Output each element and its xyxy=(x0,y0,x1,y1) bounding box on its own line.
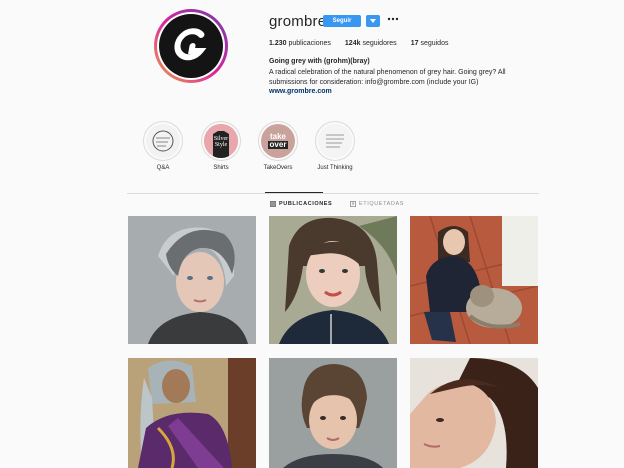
triangle-down-icon xyxy=(370,19,376,23)
highlight-label: Q&A xyxy=(156,165,170,171)
grid-icon xyxy=(270,201,276,207)
tab-posts[interactable]: PUBLICACIONES xyxy=(270,201,332,207)
takeover-text: over xyxy=(267,140,289,149)
portrait-image xyxy=(269,216,397,344)
posts-stat: 1.230 publicaciones xyxy=(269,40,331,47)
tab-tagged[interactable]: ETIQUETADAS xyxy=(350,201,404,207)
highlight-ring: Silver Style xyxy=(201,121,241,161)
profile-username: grombre xyxy=(269,13,327,30)
post-thumbnail[interactable] xyxy=(410,216,538,344)
highlight-shirts[interactable]: Silver Style Shirts xyxy=(196,121,246,171)
woman-short-hair-image xyxy=(269,358,397,468)
grombre-logo xyxy=(159,14,223,78)
suggestions-dropdown-button[interactable] xyxy=(366,15,380,27)
woman-in-sari-image xyxy=(128,358,256,468)
post-thumbnail[interactable] xyxy=(128,358,256,468)
highlight-label: Shirts xyxy=(213,165,229,171)
follow-button[interactable]: Seguir xyxy=(323,15,361,27)
tab-label: PUBLICACIONES xyxy=(279,201,333,207)
more-options-button[interactable] xyxy=(387,13,399,25)
post-thumbnail[interactable] xyxy=(269,358,397,468)
highlight-cover xyxy=(318,124,352,158)
shirt-text: Style xyxy=(214,142,228,148)
highlight-label: Just Thinking xyxy=(317,165,353,171)
tabs-divider xyxy=(127,193,539,194)
highlight-ring xyxy=(143,121,183,161)
followers-count: 124k xyxy=(344,40,361,47)
bio-line: A radical celebration of the natural phe… xyxy=(269,69,506,76)
following-label: seguidos xyxy=(420,40,449,47)
profile-bio: A radical celebration of the natural phe… xyxy=(269,68,519,87)
woman-with-dog-image xyxy=(410,216,538,344)
posts-count: 1.230 xyxy=(269,40,287,47)
tab-label: ETIQUETADAS xyxy=(359,201,405,207)
portrait-image xyxy=(128,216,256,344)
woman-profile-image xyxy=(410,358,538,468)
following-stat[interactable]: 17 seguidos xyxy=(411,40,449,47)
followers-stat[interactable]: 124k seguidores xyxy=(345,40,397,47)
highlight-qa[interactable]: Q&A xyxy=(138,121,188,171)
highlight-ring xyxy=(315,121,355,161)
active-tab-indicator xyxy=(265,192,323,193)
highlight-cover: Silver Style xyxy=(204,124,238,158)
post-thumbnail[interactable] xyxy=(269,216,397,344)
posts-label: publicaciones xyxy=(288,40,331,47)
highlight-cover xyxy=(146,124,180,158)
profile-stats: 1.230 publicaciones 124k seguidores 17 s… xyxy=(269,40,448,47)
post-thumbnail[interactable] xyxy=(410,358,538,468)
highlight-ring: take over xyxy=(258,121,298,161)
post-thumbnail[interactable] xyxy=(128,216,256,344)
followers-label: seguidores xyxy=(362,40,397,47)
bio-line: submissions for consideration: info@grom… xyxy=(269,78,479,86)
tag-icon xyxy=(350,201,356,207)
highlight-just-thinking[interactable]: Just Thinking xyxy=(310,121,360,171)
following-count: 17 xyxy=(410,40,419,47)
g-logo-icon xyxy=(174,28,207,61)
profile-full-name: Going grey with (grohm)(bray) xyxy=(269,58,370,65)
highlight-cover: take over xyxy=(261,124,295,158)
highlight-label: TakeOvers xyxy=(263,165,293,171)
profile-avatar[interactable] xyxy=(154,9,228,83)
avatar-frame xyxy=(157,12,225,80)
ellipsis-icon xyxy=(387,17,399,21)
highlight-takeovers[interactable]: take over TakeOvers xyxy=(253,121,303,171)
profile-website-link[interactable]: www.grombre.com xyxy=(269,88,332,95)
